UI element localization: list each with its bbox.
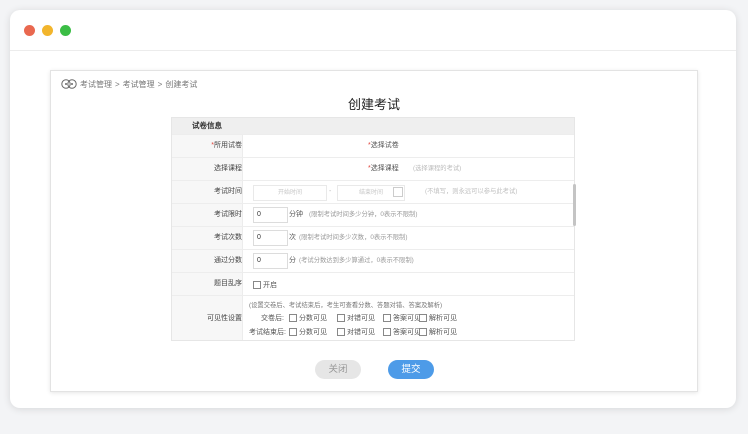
maximize-window-button[interactable] bbox=[60, 25, 71, 36]
pass-score-unit: 分 bbox=[289, 257, 296, 264]
select-course-button[interactable]: *选择课程 bbox=[368, 158, 399, 180]
breadcrumb-separator: > bbox=[157, 79, 163, 89]
close-button[interactable]: 关闭 bbox=[315, 360, 361, 379]
title-bar bbox=[10, 10, 736, 51]
visibility-label: 可见性设置 bbox=[172, 296, 242, 340]
course-placeholder: (选择课程的考试) bbox=[413, 165, 462, 172]
breadcrumb-separator: > bbox=[115, 79, 120, 89]
after-submit-label: 交卷后: bbox=[261, 315, 284, 322]
app-window: 考试管理 > 考试管理 > 创建考试 创建考试 试卷信息 *所用试卷 *选择试卷 选… bbox=[10, 10, 736, 408]
course-label: 选择课程 bbox=[172, 158, 242, 180]
after-submit-answer-checkbox[interactable]: 答案可见 bbox=[383, 313, 421, 323]
visibility-hint: (设置交卷后、考试结束后，考生可查看分数、答题对错、答案及解析) bbox=[249, 302, 443, 309]
form-scrollbar[interactable] bbox=[573, 184, 576, 226]
duration-unit: 分钟 bbox=[289, 211, 303, 218]
section-title: 试卷信息 bbox=[172, 118, 574, 134]
minimize-window-button[interactable] bbox=[42, 25, 53, 36]
time-label: 考试时间 bbox=[172, 181, 242, 203]
time-separator: - bbox=[329, 188, 332, 195]
after-end-score-checkbox[interactable]: 分数可见 bbox=[289, 327, 327, 337]
pass-score-hint: (考试分数达到多少算通过，0表示不限制) bbox=[299, 257, 414, 264]
exam-home-icon[interactable] bbox=[61, 78, 77, 90]
after-submit-analysis-checkbox[interactable]: 解析可见 bbox=[419, 313, 457, 323]
select-paper-button[interactable]: *选择试卷 bbox=[368, 135, 399, 157]
attempts-hint: (限制考试时间多少次数，0表示不限制) bbox=[299, 234, 408, 241]
after-end-analysis-checkbox[interactable]: 解析可见 bbox=[419, 327, 457, 337]
visibility-row: 可见性设置 (设置交卷后、考试结束后，考生可查看分数、答题对错、答案及解析) 交… bbox=[172, 295, 574, 340]
breadcrumb-item-exam-mgmt-2[interactable]: 考试管理 bbox=[123, 79, 155, 90]
create-exam-panel: 考试管理 > 考试管理 > 创建考试 创建考试 试卷信息 *所用试卷 *选择试卷 选… bbox=[50, 70, 698, 392]
close-window-button[interactable] bbox=[24, 25, 35, 36]
after-submit-score-checkbox[interactable]: 分数可见 bbox=[289, 313, 327, 323]
course-row: 选择课程 *选择课程 (选择课程的考试) bbox=[172, 157, 574, 180]
submit-button[interactable]: 提交 bbox=[388, 360, 434, 379]
shuffle-label: 题目乱序 bbox=[172, 273, 242, 295]
exam-form: 试卷信息 *所用试卷 *选择试卷 选择课程 *选择课程 (选择课程的考试) 考试… bbox=[171, 117, 575, 341]
duration-label: 考试限时 bbox=[172, 204, 242, 226]
attempts-row: 考试次数 0 次 (限制考试时间多少次数，0表示不限制) bbox=[172, 226, 574, 249]
time-hint: (不填写，则永远可以参与此考试) bbox=[425, 188, 518, 195]
after-end-label: 考试结束后: bbox=[249, 329, 286, 336]
pass-score-input[interactable]: 0 bbox=[253, 253, 288, 269]
start-time-input[interactable]: 开始时间 bbox=[253, 185, 327, 201]
duration-input[interactable]: 0 bbox=[253, 207, 288, 223]
duration-row: 考试限时 0 分钟 (限制考试时间多少分钟，0表示不限制) bbox=[172, 203, 574, 226]
attempts-unit: 次 bbox=[289, 234, 296, 241]
paper-row: *所用试卷 *选择试卷 bbox=[172, 134, 574, 157]
pass-score-row: 通过分数 0 分 (考试分数达到多少算通过，0表示不限制) bbox=[172, 249, 574, 272]
duration-hint: (限制考试时间多少分钟，0表示不限制) bbox=[309, 211, 418, 218]
after-end-answer-checkbox[interactable]: 答案可见 bbox=[383, 327, 421, 337]
shuffle-row: 题目乱序 开启 bbox=[172, 272, 574, 295]
paper-label: *所用试卷 bbox=[172, 135, 242, 157]
breadcrumb-item-exam-mgmt[interactable]: 考试管理 bbox=[80, 79, 112, 90]
pass-score-label: 通过分数 bbox=[172, 250, 242, 272]
breadcrumb-item-create-exam: 创建考试 bbox=[165, 79, 198, 89]
page-title: 创建考试 bbox=[347, 97, 400, 112]
calendar-icon[interactable] bbox=[393, 187, 403, 197]
after-end-correct-checkbox[interactable]: 对错可见 bbox=[337, 327, 375, 337]
attempts-label: 考试次数 bbox=[172, 227, 242, 249]
attempts-input[interactable]: 0 bbox=[253, 230, 288, 246]
breadcrumb: 考试管理 > 考试管理 > 创建考试 bbox=[61, 77, 197, 91]
time-row: 考试时间 开始时间 - 结束时间 (不填写，则永远可以参与此考试) bbox=[172, 180, 574, 203]
shuffle-checkbox[interactable]: 开启 bbox=[253, 280, 277, 290]
after-submit-correct-checkbox[interactable]: 对错可见 bbox=[337, 313, 375, 323]
